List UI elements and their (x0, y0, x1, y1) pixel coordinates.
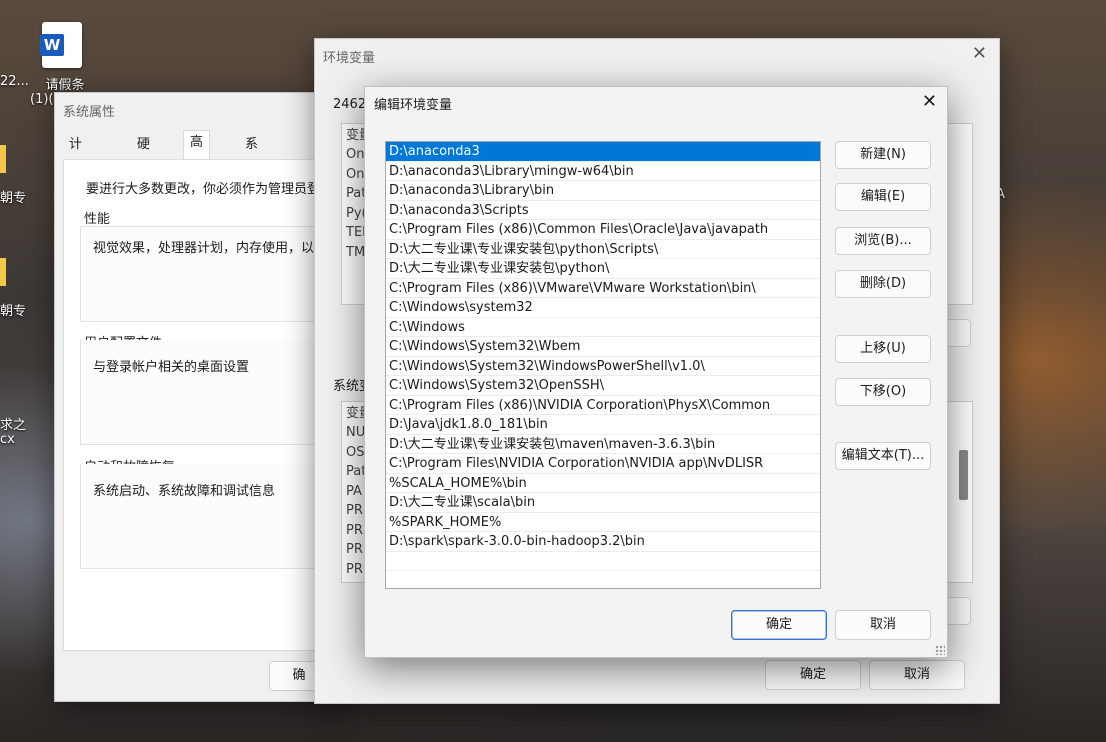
desktop-icon-label[interactable]: 请假条 (38, 74, 92, 93)
advanced-panel: 要进行大多数更改，你必须作为管理员登录 性能 视觉效果，处理器计划，内存使用，以… (63, 159, 340, 651)
admin-notice: 要进行大多数更改，你必须作为管理员登录 (86, 182, 334, 197)
edit-env-variable-dialog: 编辑环境变量 ✕ D:\anaconda3 D:\anaconda3\Librar… (364, 86, 948, 658)
folder-icon[interactable] (0, 258, 6, 286)
desktop-icon-label[interactable]: 求之 (0, 414, 26, 433)
path-item[interactable]: D:\大二专业课\专业课安装包\python\ (386, 259, 820, 279)
delete-button[interactable]: 删除(D) (835, 270, 931, 298)
path-item[interactable]: D:\anaconda3\Scripts (386, 201, 820, 220)
close-icon[interactable]: ✕ (922, 91, 937, 112)
desktop-icon-label: (1)( (30, 92, 54, 107)
path-item-empty[interactable] (386, 571, 820, 588)
browse-button[interactable]: 浏览(B)... (835, 227, 931, 255)
folder-icon[interactable] (0, 145, 6, 173)
path-item-empty[interactable] (386, 552, 820, 571)
path-item-selected[interactable]: D:\anaconda3 (386, 142, 820, 162)
path-item[interactable]: D:\spark\spark-3.0.0-bin-hadoop3.2\bin (386, 532, 820, 552)
path-item[interactable]: D:\anaconda3\Library\mingw-w64\bin (386, 162, 820, 181)
new-button[interactable]: 新建(N) (835, 141, 931, 169)
path-item[interactable]: C:\Program Files (x86)\VMware\VMware Wor… (386, 279, 820, 298)
user-profile-group: 与登录帐户相关的桌面设置 (80, 340, 332, 445)
path-list[interactable]: D:\anaconda3 D:\anaconda3\Library\mingw-w… (385, 141, 821, 589)
list-item[interactable]: On (346, 145, 364, 165)
cancel-button[interactable]: 取消 (835, 610, 931, 640)
list-item[interactable]: OS (346, 443, 364, 463)
dialog-title: 编辑环境变量 (374, 98, 453, 113)
window-title: 系统属性 (63, 105, 116, 120)
scrollbar-thumb[interactable] (959, 450, 968, 500)
list-item[interactable]: NU (346, 423, 365, 443)
ok-button[interactable]: 确定 (731, 610, 827, 640)
move-down-button[interactable]: 下移(O) (835, 378, 931, 406)
list-item[interactable]: PA (346, 482, 362, 502)
resize-grip-icon[interactable] (935, 645, 945, 655)
performance-desc: 视觉效果，处理器计划，内存使用，以 (93, 241, 315, 256)
tab-computer-name[interactable]: 计算机名 (63, 133, 88, 224)
path-item[interactable]: C:\Windows (386, 318, 820, 337)
path-item[interactable]: D:\大二专业课\scala\bin (386, 493, 820, 513)
desktop-icon-label: cx (0, 432, 15, 447)
startup-recovery-desc: 系统启动、系统故障和调试信息 (93, 484, 276, 499)
performance-group: 视觉效果，处理器计划，内存使用，以 (80, 226, 332, 322)
performance-title: 性能 (84, 212, 111, 227)
tab-hardware[interactable]: 硬件 (131, 133, 156, 176)
path-item[interactable]: D:\大二专业课\专业课安装包\python\Scripts\ (386, 240, 820, 259)
path-item[interactable]: D:\Java\jdk1.8.0_181\bin (386, 415, 820, 435)
path-item[interactable]: C:\Windows\System32\Wbem (386, 337, 820, 357)
edit-button[interactable]: 编辑(E) (835, 183, 931, 211)
desktop-icon-label[interactable]: 朝专 (0, 187, 26, 206)
startup-recovery-group: 系统启动、系统故障和调试信息 (80, 464, 332, 569)
user-profile-desc: 与登录帐户相关的桌面设置 (93, 360, 250, 375)
path-item[interactable]: D:\anaconda3\Library\bin (386, 181, 820, 201)
desktop-icon-label[interactable]: 朝专 (0, 300, 26, 319)
word-document-icon[interactable]: W (40, 22, 82, 68)
window-title: 环境变量 (323, 51, 376, 66)
path-item[interactable]: C:\Windows\system32 (386, 298, 820, 318)
list-item[interactable]: On (346, 165, 364, 185)
cancel-button[interactable]: 取消 (869, 660, 965, 690)
path-item[interactable]: %SCALA_HOME%\bin (386, 474, 820, 493)
path-item[interactable]: C:\Windows\System32\OpenSSH\ (386, 376, 820, 396)
move-up-button[interactable]: 上移(U) (835, 335, 931, 363)
path-item[interactable]: C:\Program Files\NVIDIA Corporation\NVID… (386, 454, 820, 474)
path-item[interactable]: D:\大二专业课\专业课安装包\maven\maven-3.6.3\bin (386, 435, 820, 454)
edit-text-button[interactable]: 编辑文本(T)... (835, 442, 931, 470)
tab-advanced[interactable]: 高级 (183, 130, 211, 174)
user-vars-label: 2462 (333, 97, 367, 112)
ok-button[interactable]: 确定 (765, 660, 861, 690)
list-item[interactable]: TM (346, 243, 365, 263)
path-item[interactable]: C:\Program Files (x86)\NVIDIA Corporatio… (386, 396, 820, 415)
desktop-icon-label[interactable]: 22... (0, 74, 29, 89)
system-properties-window: 系统属性 计算机名 硬件 高级 系统保护 远 要进行大多数更改，你必须作为管理员… (54, 92, 346, 702)
path-item[interactable]: C:\Windows\System32\WindowsPowerShell\v1… (386, 357, 820, 376)
close-icon[interactable]: ✕ (972, 43, 987, 64)
path-item[interactable]: %SPARK_HOME% (386, 513, 820, 532)
tab-system-protection[interactable]: 系统保护 (239, 133, 264, 224)
path-item[interactable]: C:\Program Files (x86)\Common Files\Orac… (386, 220, 820, 240)
